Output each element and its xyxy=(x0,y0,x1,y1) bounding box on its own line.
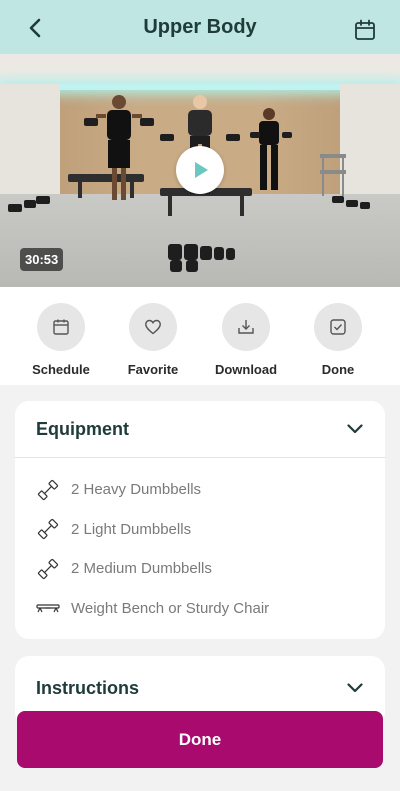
dumbbell-icon xyxy=(35,477,61,503)
equipment-title: Equipment xyxy=(36,418,129,439)
chevron-left-icon[interactable] xyxy=(24,17,46,39)
chevron-down-icon[interactable] xyxy=(347,683,363,693)
download-icon xyxy=(222,303,270,351)
dumbbell-icon xyxy=(35,516,61,542)
bench-icon xyxy=(35,595,61,621)
done-action-button[interactable]: Done xyxy=(298,303,378,377)
equipment-label: 2 Medium Dumbbells xyxy=(71,560,212,578)
dumbbell-icon xyxy=(35,556,61,582)
list-item: Weight Bench or Sturdy Chair xyxy=(35,589,385,629)
equipment-label: 2 Heavy Dumbbells xyxy=(71,481,202,499)
schedule-label: Schedule xyxy=(32,362,90,377)
action-bar: Schedule Favorite Download Done xyxy=(0,287,400,385)
play-icon xyxy=(195,162,208,178)
page-title: Upper Body xyxy=(143,15,257,38)
equipment-header[interactable]: Equipment xyxy=(15,401,385,457)
calendar-icon[interactable] xyxy=(354,19,376,41)
heart-icon xyxy=(129,303,177,351)
schedule-button[interactable]: Schedule xyxy=(21,303,101,377)
chevron-down-icon[interactable] xyxy=(347,424,363,434)
favorite-button[interactable]: Favorite xyxy=(113,303,193,377)
download-button[interactable]: Download xyxy=(206,303,286,377)
done-button[interactable]: Done xyxy=(17,711,383,768)
top-bar: Upper Body xyxy=(0,0,400,54)
equipment-list: 2 Heavy Dumbbells 2 Light Dumbbells 2 Me… xyxy=(15,458,385,628)
video-player[interactable]: 30:53 xyxy=(0,54,400,287)
done-action-label: Done xyxy=(321,362,355,377)
list-item: 2 Heavy Dumbbells xyxy=(35,470,385,510)
video-duration: 30:53 xyxy=(20,248,64,271)
list-item: 2 Light Dumbbells xyxy=(35,510,385,550)
checkbox-icon xyxy=(314,303,362,351)
play-button[interactable] xyxy=(176,146,224,194)
instructions-title: Instructions xyxy=(36,677,140,698)
list-item: 2 Medium Dumbbells xyxy=(35,549,385,589)
equipment-label: 2 Light Dumbbells xyxy=(71,520,192,538)
calendar-icon xyxy=(37,303,85,351)
equipment-card: Equipment 2 Heavy Dumbbells 2 Light Dumb… xyxy=(15,401,385,639)
favorite-label: Favorite xyxy=(127,362,179,377)
equipment-label: Weight Bench or Sturdy Chair xyxy=(71,599,270,617)
download-label: Download xyxy=(214,362,278,377)
